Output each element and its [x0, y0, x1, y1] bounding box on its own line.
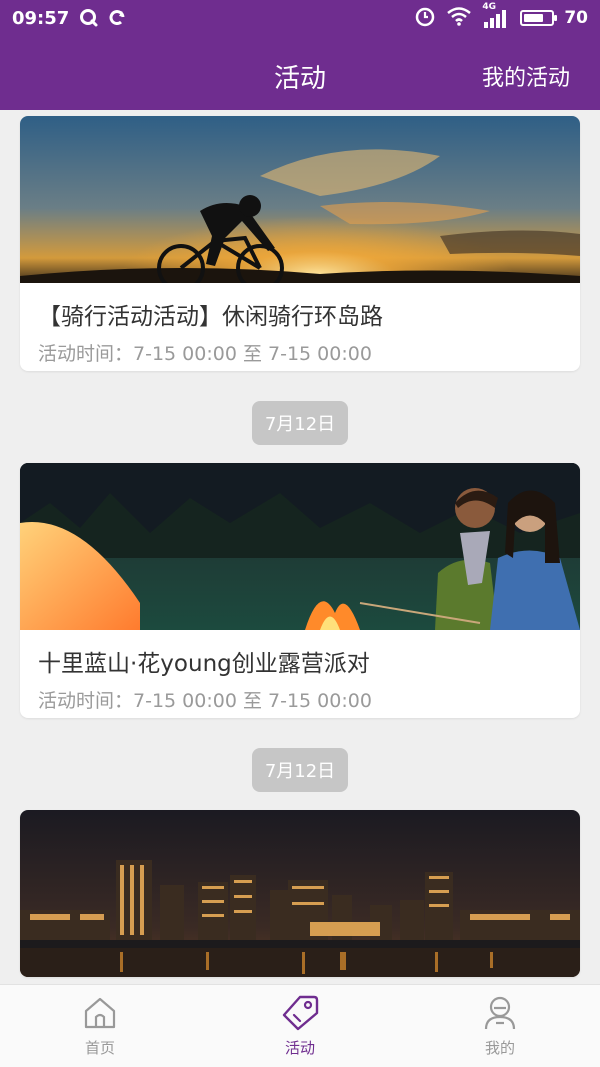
nav-item-home[interactable]: 首页	[0, 985, 200, 1067]
activity-card[interactable]: 十里蓝山·花young创业露营派对 活动时间：7-15 00:00 至 7-15…	[20, 463, 580, 718]
nav-label-mine: 我的	[484, 1039, 515, 1057]
app-header: 活动 我的活动	[0, 36, 600, 110]
network-type: 4G	[482, 2, 496, 12]
activity-card[interactable]	[20, 810, 580, 977]
activity-time: 活动时间：7-15 00:00 至 7-15 00:00	[38, 343, 372, 365]
activity-list[interactable]: 【骑行活动活动】休闲骑行环岛路 活动时间：7-15 00:00 至 7-15 0…	[0, 110, 600, 984]
activity-title: 【骑行活动活动】休闲骑行环岛路	[38, 304, 383, 330]
battery-percent: 70	[564, 8, 588, 28]
home-icon	[84, 997, 116, 1029]
nav-item-activities[interactable]: 活动	[200, 985, 400, 1067]
tag-icon	[282, 995, 319, 1031]
nav-label-activities: 活动	[284, 1039, 315, 1057]
alarm-icon	[414, 5, 436, 32]
my-activities-button[interactable]: 我的活动	[482, 60, 570, 92]
date-chip: 7月12日	[252, 401, 348, 445]
date-chip: 7月12日	[252, 748, 348, 792]
battery-fill	[524, 14, 543, 22]
status-bar: 09:57 4G 70	[0, 0, 600, 36]
activity-image-cycling	[20, 116, 580, 283]
activity-time: 活动时间：7-15 00:00 至 7-15 00:00	[38, 690, 372, 712]
nav-item-mine[interactable]: 我的	[400, 985, 600, 1067]
status-indicators: 4G 70	[414, 2, 588, 32]
activity-image-city	[20, 810, 580, 977]
activity-card[interactable]: 【骑行活动活动】休闲骑行环岛路 活动时间：7-15 00:00 至 7-15 0…	[20, 116, 580, 371]
user-icon	[484, 996, 516, 1030]
bottom-nav: 首页 活动 我的	[0, 984, 600, 1067]
activity-image-camping	[20, 463, 580, 630]
battery-icon	[520, 10, 558, 26]
nav-label-home: 首页	[84, 1039, 115, 1057]
signal-icon: 4G	[482, 2, 510, 28]
sync-icon	[107, 8, 127, 28]
qq-icon	[79, 8, 99, 28]
wifi-icon	[446, 6, 472, 31]
activity-title: 十里蓝山·花young创业露营派对	[38, 651, 370, 677]
status-time: 09:57	[12, 7, 70, 29]
